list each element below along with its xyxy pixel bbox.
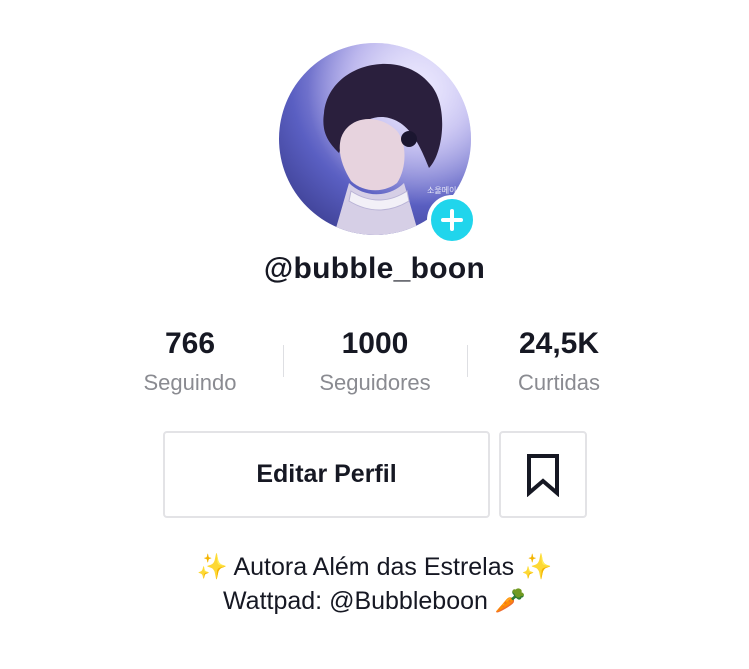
username: @bubble_boon <box>263 252 486 285</box>
carrot-icon: 🥕 <box>494 586 526 615</box>
sparkles-icon: ✨ <box>196 552 228 581</box>
stat-followers-value: 1000 <box>341 327 409 360</box>
stat-likes: 24,5K Curtidas <box>469 325 649 401</box>
avatar-container[interactable]: 소울메이트 <box>279 43 477 245</box>
stat-following-label: Seguindo <box>143 370 237 395</box>
bio-line-2: Wattpad: @Bubbleboon 🥕 <box>0 584 749 618</box>
stat-following-value: 766 <box>164 327 216 360</box>
stat-likes-label: Curtidas <box>518 370 600 395</box>
divider <box>467 345 468 377</box>
bio-line-1: ✨ Autora Além das Estrelas ✨ <box>0 550 749 584</box>
stat-following[interactable]: 766 Seguindo <box>100 325 280 401</box>
bookmark-icon <box>527 453 559 497</box>
stat-followers-label: Seguidores <box>319 370 431 395</box>
bio-text-1: Autora Além das Estrelas <box>233 553 515 581</box>
stat-followers[interactable]: 1000 Seguidores <box>285 325 465 401</box>
favorites-button[interactable] <box>499 431 587 518</box>
stat-likes-value: 24,5K <box>518 327 600 360</box>
divider <box>283 345 284 377</box>
bio-text-2: Wattpad: @Bubbleboon <box>223 587 488 615</box>
avatar-watermark: 소울메이트 <box>427 185 464 195</box>
plus-icon[interactable] <box>427 195 477 245</box>
edit-profile-button[interactable]: Editar Perfil <box>163 431 490 518</box>
sparkles-icon: ✨ <box>521 552 553 581</box>
bio: ✨ Autora Além das Estrelas ✨ Wattpad: @B… <box>0 550 749 618</box>
